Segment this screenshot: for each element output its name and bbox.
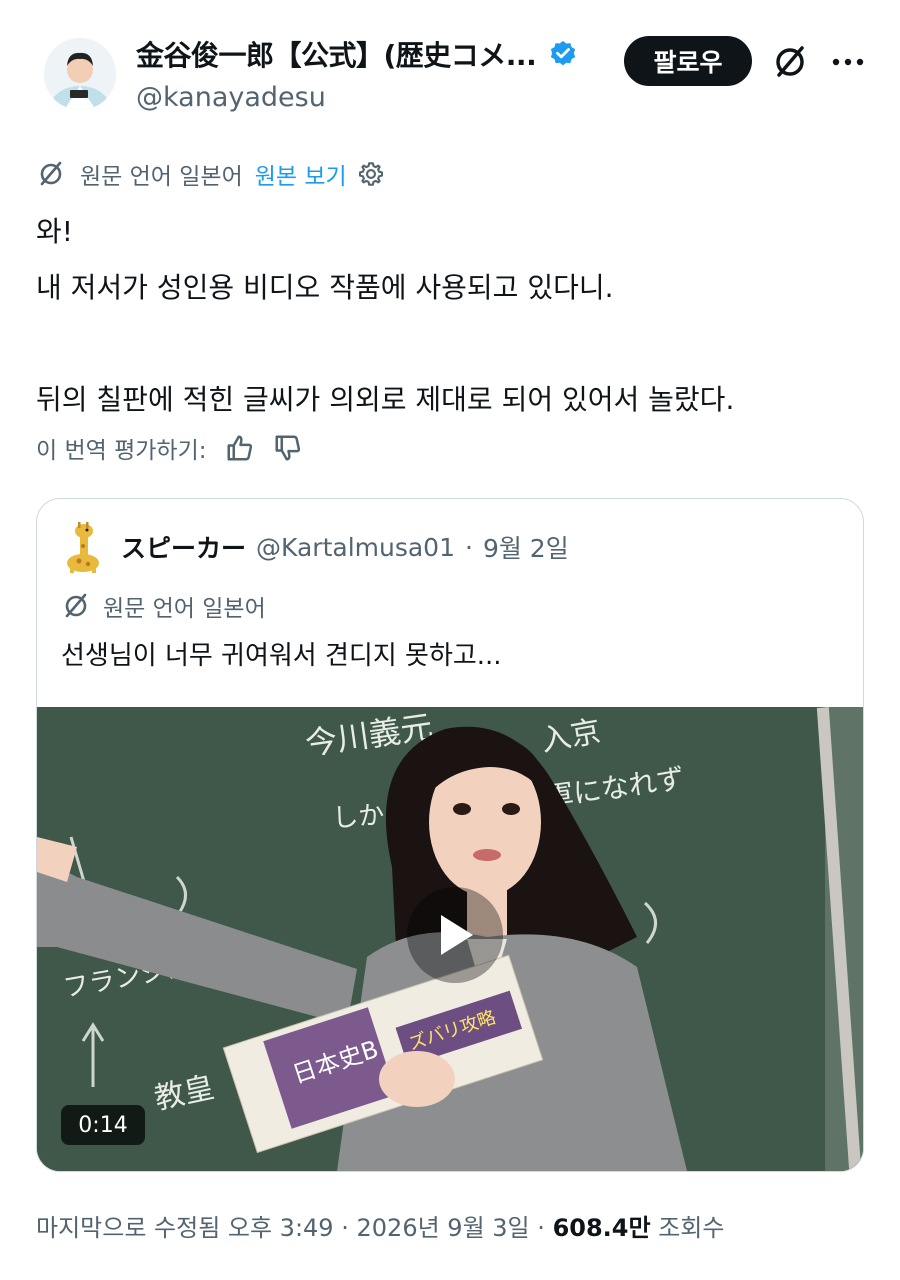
rate-translation-label: 이 번역 평가하기:	[36, 438, 207, 464]
more-options-icon[interactable]	[828, 44, 868, 80]
thumbs-down-icon[interactable]	[273, 433, 303, 463]
author-avatar-image	[44, 38, 116, 110]
footer-separator: ·	[341, 1214, 349, 1242]
follow-button[interactable]: 팔로우	[624, 36, 752, 86]
thumbs-up-icon[interactable]	[225, 433, 255, 463]
grok-icon[interactable]	[770, 42, 810, 82]
translation-source-label: 원문 언어 일본어	[80, 164, 243, 190]
tweet-header: 金谷俊一郎【公式】(歴史コメ... @kanayadesu 팔로우	[0, 0, 900, 140]
quoted-display-name[interactable]: スピーカー	[121, 529, 246, 565]
grok-translate-icon	[40, 161, 62, 186]
views-count: 608.4만	[552, 1214, 651, 1242]
tweet-body: 와! 내 저서가 성인용 비디오 작품에 사용되고 있다니. 뒤의 칠판에 적힌…	[36, 204, 876, 428]
tweet-line: 내 저서가 성인용 비디오 작품에 사용되고 있다니.	[36, 271, 614, 304]
show-original-link[interactable]: 원본 보기	[255, 157, 347, 191]
verified-badge-icon	[551, 40, 576, 66]
quoted-tweet-card[interactable]: スピーカー @Kartalmusa01 · 9월 2일 원문 언어 일본어 선생…	[36, 498, 864, 1172]
quoted-translation-notice: 원문 언어 일본어	[61, 589, 266, 623]
play-icon	[441, 915, 473, 955]
tweet-line: 와!	[36, 215, 73, 248]
rate-translation-row: 이 번역 평가하기:	[36, 426, 303, 470]
views-label: 조회수	[658, 1214, 725, 1242]
translation-notice: 원문 언어 일본어 원본 보기	[36, 156, 385, 192]
quoted-date[interactable]: 9월 2일	[483, 529, 569, 565]
quoted-translation-source: 원문 언어 일본어	[103, 596, 266, 622]
quoted-header: スピーカー @Kartalmusa01 · 9월 2일	[59, 521, 569, 573]
tweet-footer: 마지막으로 수정됨 오후 3:49 · 2026년 9월 3일 · 608.4만…	[36, 1208, 724, 1243]
author-avatar[interactable]	[44, 38, 116, 110]
tweet-line	[36, 316, 876, 372]
author-name-row: 金谷俊一郎【公式】(歴史コメ...	[136, 34, 578, 74]
meta-separator: ·	[465, 532, 473, 562]
post-date[interactable]: 2026년 9월 3일	[357, 1214, 530, 1242]
grok-translate-icon	[65, 593, 87, 618]
play-button[interactable]	[407, 887, 503, 983]
gear-icon[interactable]	[357, 160, 385, 188]
giraffe-avatar[interactable]	[59, 521, 107, 573]
quoted-handle[interactable]: @Kartalmusa01	[256, 533, 455, 562]
tweet-line: 뒤의 칠판에 적힌 글씨가 의외로 제대로 되어 있어서 놀랐다.	[36, 383, 735, 416]
video-player[interactable]: 今川義元 入京 しかし 軍になれず フランシスコ 教皇 日本史B ズバリ攻略 0…	[37, 707, 863, 1171]
video-duration-badge: 0:14	[61, 1105, 145, 1145]
author-handle[interactable]: @kanayadesu	[136, 82, 326, 113]
edited-label[interactable]: 마지막으로 수정됨 오후 3:49	[36, 1214, 334, 1242]
quoted-text: 선생님이 너무 귀여워서 견디지 못하고...	[61, 641, 502, 671]
author-display-name[interactable]: 金谷俊一郎【公式】(歴史コメ...	[136, 34, 537, 74]
footer-separator: ·	[537, 1214, 545, 1242]
